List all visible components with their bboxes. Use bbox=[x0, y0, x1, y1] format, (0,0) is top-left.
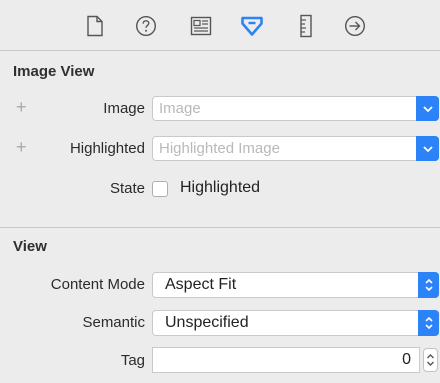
state-label: State bbox=[109, 180, 145, 197]
add-variation-image-icon[interactable]: + bbox=[16, 98, 27, 116]
tag-stepper[interactable] bbox=[423, 348, 438, 372]
semantic-popup[interactable]: Unspecified bbox=[152, 310, 439, 336]
highlighted-label: Highlighted bbox=[69, 140, 145, 157]
inspector-toolbar bbox=[0, 0, 440, 51]
connections-icon[interactable] bbox=[342, 13, 368, 39]
content-mode-popup[interactable]: Aspect Fit bbox=[152, 272, 439, 298]
chevron-down-icon[interactable] bbox=[416, 136, 439, 161]
section-divider bbox=[0, 227, 440, 228]
semantic-value: Unspecified bbox=[165, 314, 249, 331]
image-view-header: Image View bbox=[13, 63, 95, 80]
image-placeholder: Image bbox=[159, 100, 201, 117]
attributes-icon[interactable] bbox=[239, 13, 265, 39]
tag-field[interactable]: 0 bbox=[152, 347, 420, 373]
content-mode-label: Content Mode bbox=[50, 276, 145, 293]
help-icon[interactable] bbox=[133, 13, 159, 39]
tag-value: 0 bbox=[402, 351, 411, 368]
highlighted-checkbox[interactable] bbox=[152, 181, 168, 197]
highlighted-checkbox-label[interactable]: Highlighted bbox=[180, 179, 260, 197]
up-down-chevron-icon[interactable] bbox=[418, 310, 439, 336]
file-icon[interactable] bbox=[82, 13, 108, 39]
tag-label: Tag bbox=[120, 352, 145, 369]
highlighted-image-placeholder: Highlighted Image bbox=[159, 140, 280, 157]
image-label: Image bbox=[103, 100, 145, 117]
highlighted-image-combo[interactable]: Highlighted Image bbox=[152, 136, 439, 161]
semantic-label: Semantic bbox=[82, 314, 145, 331]
size-icon[interactable] bbox=[293, 13, 319, 39]
up-down-chevron-icon[interactable] bbox=[418, 272, 439, 298]
identity-icon[interactable] bbox=[188, 13, 214, 39]
image-combo[interactable]: Image bbox=[152, 96, 439, 121]
chevron-down-icon[interactable] bbox=[416, 96, 439, 121]
content-mode-value: Aspect Fit bbox=[165, 276, 237, 293]
add-variation-highlighted-icon[interactable]: + bbox=[16, 138, 27, 156]
view-header: View bbox=[13, 238, 47, 255]
